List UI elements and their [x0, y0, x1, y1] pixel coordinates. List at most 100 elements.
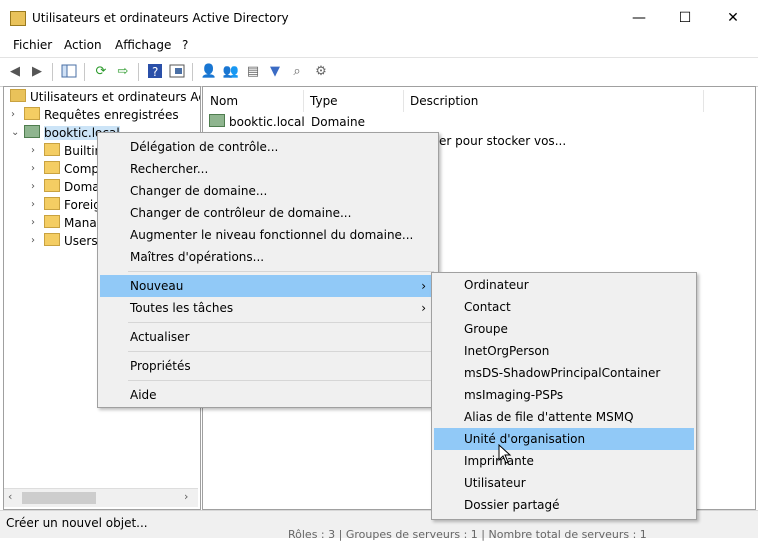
menu-separator [128, 322, 434, 323]
toolbar-separator [52, 63, 53, 81]
submenu-item-group[interactable]: Groupe [434, 318, 694, 340]
new-group-icon[interactable]: 👥 [222, 62, 240, 80]
submenu-item-msmq-alias[interactable]: Alias de file d'attente MSMQ [434, 406, 694, 428]
tree-item-domain-controllers[interactable]: › Doma [31, 178, 100, 196]
scrollbar-thumb[interactable] [22, 492, 96, 504]
filter-icon[interactable]: ▼ [266, 62, 284, 80]
submenu-arrow-icon: › [421, 301, 426, 315]
tree-item-label: Comp [64, 162, 100, 176]
refresh-icon[interactable]: ⟳ [92, 62, 110, 80]
chevron-right-icon[interactable]: › [31, 178, 35, 196]
tree-item-managed[interactable]: › Mana [31, 214, 97, 232]
add-to-group-icon[interactable]: ⚙ [312, 62, 330, 80]
column-header-description[interactable]: Description [404, 90, 704, 112]
scroll-right-icon[interactable]: › [184, 490, 188, 503]
menu-item-change-domain[interactable]: Changer de domaine... [100, 180, 436, 202]
submenu-item-shadow-principal[interactable]: msDS-ShadowPrincipalContainer [434, 362, 694, 384]
chevron-right-icon[interactable]: › [31, 214, 35, 232]
chevron-down-icon[interactable]: ⌄ [11, 124, 19, 142]
menu-item-change-dc[interactable]: Changer de contrôleur de domaine... [100, 202, 436, 224]
maximize-button[interactable]: ☐ [662, 0, 708, 36]
title-bar: Utilisateurs et ordinateurs Active Direc… [0, 0, 758, 36]
menu-affichage[interactable]: Affichage [115, 38, 171, 52]
domain-icon [24, 125, 40, 138]
row-description: er pour stocker vos... [439, 134, 567, 148]
menu-item-raise-level[interactable]: Augmenter le niveau fonctionnel du domai… [100, 224, 436, 246]
menu-separator [128, 380, 434, 381]
close-button[interactable]: ✕ [710, 0, 756, 36]
toolbar-separator [84, 63, 85, 81]
tree-item-label: Requêtes enregistrées [44, 108, 179, 122]
chevron-right-icon[interactable]: › [31, 142, 35, 160]
submenu-item-printer[interactable]: Imprimante [434, 450, 694, 472]
menu-item-properties[interactable]: Propriétés [100, 355, 436, 377]
tree-root-label: Utilisateurs et ordinateurs Active [30, 90, 200, 104]
minimize-button[interactable]: — [616, 0, 662, 36]
tree-item-computers[interactable]: › Comp [31, 160, 100, 178]
menu-item-delegation[interactable]: Délégation de contrôle... [100, 136, 436, 158]
folder-icon [44, 215, 60, 228]
chevron-right-icon[interactable]: › [31, 196, 35, 214]
app-icon [10, 11, 26, 26]
console-tree-icon[interactable] [60, 62, 78, 80]
menu-item-new[interactable]: Nouveau › [100, 275, 436, 297]
properties-icon[interactable] [168, 62, 186, 80]
menu-action[interactable]: Action [64, 38, 102, 52]
forward-arrow-icon[interactable]: ▶ [28, 62, 46, 80]
ad-root-icon [10, 89, 26, 102]
row-name: booktic.local [229, 115, 305, 129]
export-list-icon[interactable]: ⇨ [114, 62, 132, 80]
folder-icon [44, 161, 60, 174]
chevron-right-icon[interactable]: › [31, 232, 35, 250]
tree-item-foreign[interactable]: › Foreig [31, 196, 101, 214]
new-user-icon[interactable]: 👤 [200, 62, 218, 80]
menu-item-new-label: Nouveau [130, 279, 184, 293]
tree-horizontal-scrollbar[interactable]: ‹ › [4, 488, 198, 507]
folder-icon [24, 107, 40, 120]
tree-item-label: Users [64, 234, 98, 248]
submenu-item-msimaging[interactable]: msImaging-PSPs [434, 384, 694, 406]
tree-item-builtin[interactable]: › Builtin [31, 142, 102, 160]
new-ou-icon[interactable]: ▤ [244, 62, 262, 80]
menu-item-help[interactable]: Aide [100, 384, 436, 406]
menu-item-refresh[interactable]: Actualiser [100, 326, 436, 348]
toolbar: ◀ ▶ ⟳ ⇨ ? 👤 👥 ▤ ▼ ⌕ ⚙ [0, 57, 758, 87]
find-icon[interactable]: ⌕ [288, 62, 306, 80]
tree-item-saved-queries[interactable]: › Requêtes enregistrées [11, 106, 179, 124]
scroll-left-icon[interactable]: ‹ [8, 490, 12, 503]
menu-help[interactable]: ? [182, 38, 188, 52]
background-window-text: Rôles : 3 | Groupes de serveurs : 1 | No… [288, 528, 647, 541]
submenu-arrow-icon: › [421, 279, 426, 293]
status-text: Créer un nouvel objet... [6, 516, 148, 530]
column-header-name[interactable]: Nom [204, 90, 304, 112]
menu-item-all-tasks[interactable]: Toutes les tâches › [100, 297, 436, 319]
window-title: Utilisateurs et ordinateurs Active Direc… [32, 11, 289, 25]
menu-item-operations-masters[interactable]: Maîtres d'opérations... [100, 246, 436, 268]
menu-bar: Fichier Action Affichage ? [0, 36, 758, 56]
menu-fichier[interactable]: Fichier [13, 38, 52, 52]
row-type: Domaine [311, 115, 365, 129]
folder-icon [44, 143, 60, 156]
tree-item-label: Doma [64, 180, 100, 194]
chevron-right-icon[interactable]: › [31, 160, 35, 178]
menu-item-search[interactable]: Rechercher... [100, 158, 436, 180]
tree-item-label: Foreig [64, 198, 101, 212]
column-header-type[interactable]: Type [304, 90, 404, 112]
submenu-item-ou[interactable]: Unité d'organisation [434, 428, 694, 450]
submenu-item-shared-folder[interactable]: Dossier partagé [434, 494, 694, 516]
table-row[interactable]: booktic.local [209, 113, 305, 131]
submenu-item-inetorgperson[interactable]: InetOrgPerson [434, 340, 694, 362]
submenu-item-contact[interactable]: Contact [434, 296, 694, 318]
tree-item-users[interactable]: › Users [31, 232, 98, 250]
ou-folder-icon [44, 179, 60, 192]
folder-icon [44, 197, 60, 210]
toolbar-separator [192, 63, 193, 81]
tree-item-label: Mana [64, 216, 97, 230]
chevron-right-icon[interactable]: › [11, 106, 15, 124]
submenu-item-computer[interactable]: Ordinateur [434, 274, 694, 296]
back-arrow-icon[interactable]: ◀ [6, 62, 24, 80]
help-icon[interactable]: ? [146, 62, 164, 80]
tree-root[interactable]: Utilisateurs et ordinateurs Active [10, 88, 200, 106]
submenu-item-user[interactable]: Utilisateur [434, 472, 694, 494]
menu-separator [128, 271, 434, 272]
